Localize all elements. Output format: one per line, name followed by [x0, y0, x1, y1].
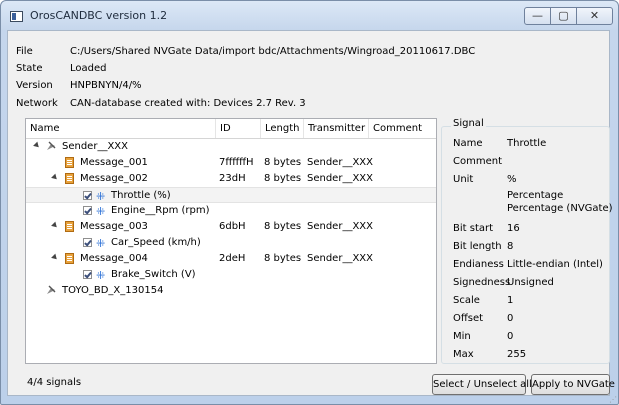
signal-field-label: Unit: [453, 174, 474, 185]
info-label: File: [16, 46, 33, 57]
close-button[interactable]: ✕: [576, 7, 613, 25]
resize-grip-icon[interactable]: ⋰: [609, 395, 617, 404]
message-icon: [65, 157, 74, 168]
tree-cell-length: 8 bytes: [264, 157, 302, 168]
message-icon: [65, 221, 74, 232]
column-header-transmitter[interactable]: Transmitter: [304, 119, 369, 138]
tree-cell-id: 2deH: [219, 253, 246, 264]
minimize-button[interactable]: —: [524, 7, 551, 25]
message-icon: [65, 173, 74, 184]
tree-row-message[interactable]: Message_001 7ffffffH 8 bytes Sender__XXX: [26, 155, 436, 171]
expand-arrow-icon[interactable]: [33, 141, 41, 150]
message-icon: [65, 253, 74, 264]
tree-cell-name: Message_004: [80, 253, 148, 264]
select-unselect-all-button[interactable]: Select / Unselect all: [432, 374, 532, 395]
signal-wave-icon: ⁜: [96, 269, 106, 282]
column-header-length[interactable]: Length: [261, 119, 304, 138]
signal-field-label: Scale: [453, 295, 480, 306]
signal-checkbox[interactable]: [83, 206, 92, 215]
info-value: Loaded: [70, 63, 107, 74]
signal-checkbox[interactable]: [83, 270, 92, 279]
signal-checkbox[interactable]: [83, 238, 92, 247]
tree-cell-transmitter: Sender__XXX: [307, 221, 374, 232]
signal-wave-icon: ⁜: [96, 205, 106, 218]
signal-checkbox[interactable]: [83, 191, 92, 200]
app-icon: [10, 11, 23, 22]
tree-cell-name: Sender__XXX: [62, 141, 129, 152]
tree-cell-id: 6dbH: [219, 221, 246, 232]
signal-field-value: 16: [507, 223, 520, 234]
tree-row-signal[interactable]: ⁜ Engine__Rpm (rpm): [26, 203, 436, 219]
signal-field-label: Endianess: [453, 259, 504, 270]
info-value: C:/Users/Shared NVGate Data/import bdc/A…: [70, 46, 476, 57]
sender-icon: [47, 141, 56, 150]
tree-row-signal[interactable]: ⁜ Brake_Switch (V): [26, 267, 436, 283]
signal-field-label: Name: [453, 138, 483, 149]
signal-field-value: Percentage (NVGate): [507, 203, 613, 214]
tree-row-message[interactable]: Message_004 2deH 8 bytes Sender__XXX: [26, 251, 436, 267]
signal-field-label: Max: [453, 349, 474, 360]
info-value: CAN-database created with: Devices 2.7 R…: [70, 98, 306, 109]
signal-field-value: %: [507, 174, 517, 185]
signal-field-value: Percentage: [507, 190, 564, 201]
tree-row-signal[interactable]: ⁜ Throttle (%): [26, 187, 436, 203]
tree-row-sender[interactable]: Sender__XXX: [26, 139, 436, 155]
column-header-name[interactable]: Name: [26, 119, 216, 138]
signal-field-label: Signedness: [453, 277, 511, 288]
tree-row-sender[interactable]: TOYO_BD_X_130154: [26, 283, 436, 299]
info-label: Network: [16, 98, 58, 109]
signal-field-value: Throttle: [507, 138, 547, 149]
tree-cell-name: Brake_Switch (V): [111, 269, 196, 280]
tree-cell-length: 8 bytes: [264, 221, 302, 232]
signal-field-label: Offset: [453, 313, 484, 324]
signal-field-value: 1: [507, 295, 514, 306]
signal-wave-icon: ⁜: [96, 237, 106, 250]
title-bar[interactable]: OrosCANDBC version 1.2 — ▢ ✕: [1, 1, 618, 31]
signal-field-value: Unsigned: [507, 277, 554, 288]
tree-cell-name: Message_002: [80, 173, 148, 184]
info-value: HNPBNYN/4/%: [70, 80, 142, 91]
sender-icon: [47, 285, 56, 294]
signal-field-label: Min: [453, 331, 471, 342]
signal-field-value: Little-endian (Intel): [507, 259, 603, 270]
info-label: State: [16, 63, 43, 74]
expand-arrow-icon[interactable]: [51, 253, 59, 262]
tree-row-message[interactable]: Message_003 6dbH 8 bytes Sender__XXX: [26, 219, 436, 235]
tree-row-signal[interactable]: ⁜ Car_Speed (km/h): [26, 235, 436, 251]
tree-cell-name: Message_003: [80, 221, 148, 232]
column-header-id[interactable]: ID: [216, 119, 261, 138]
tree-cell-length: 8 bytes: [264, 173, 302, 184]
dbc-tree[interactable]: Name ID Length Transmitter Comment Sende…: [25, 118, 437, 364]
info-label: Version: [16, 80, 53, 91]
tree-cell-id: 23dH: [219, 173, 246, 184]
signal-field-label: Bit start: [453, 223, 494, 234]
signal-field-value: 0: [507, 313, 514, 324]
tree-cell-transmitter: Sender__XXX: [307, 253, 374, 264]
expand-arrow-icon[interactable]: [51, 173, 59, 182]
tree-cell-id: 7ffffffH: [219, 157, 254, 168]
window-title: OrosCANDBC version 1.2: [30, 9, 168, 22]
signal-field-label: Comment: [453, 156, 502, 167]
tree-cell-transmitter: Sender__XXX: [307, 157, 374, 168]
tree-cell-transmitter: Sender__XXX: [307, 173, 374, 184]
apply-to-nvgate-button[interactable]: Apply to NVGate: [531, 374, 615, 395]
tree-header: Name ID Length Transmitter Comment: [26, 119, 436, 139]
signal-field-label: Bit length: [453, 241, 502, 252]
signal-field-value: 255: [507, 349, 527, 360]
tree-cell-length: 8 bytes: [264, 253, 302, 264]
maximize-button[interactable]: ▢: [550, 7, 577, 25]
tree-cell-name: Car_Speed (km/h): [111, 237, 201, 248]
signal-title: Signal: [451, 118, 486, 129]
tree-cell-name: Message_001: [80, 157, 148, 168]
tree-cell-name: TOYO_BD_X_130154: [62, 285, 164, 296]
tree-row-message[interactable]: Message_002 23dH 8 bytes Sender__XXX: [26, 171, 436, 187]
tree-cell-name: Engine__Rpm (rpm): [111, 205, 210, 216]
expand-arrow-icon[interactable]: [51, 221, 59, 230]
tree-cell-name: Throttle (%): [111, 190, 171, 201]
column-header-comment[interactable]: Comment: [369, 119, 436, 138]
signal-field-value: 0: [507, 331, 514, 342]
status-text: 4/4 signals: [27, 377, 82, 388]
signal-field-value: 8: [507, 241, 514, 252]
